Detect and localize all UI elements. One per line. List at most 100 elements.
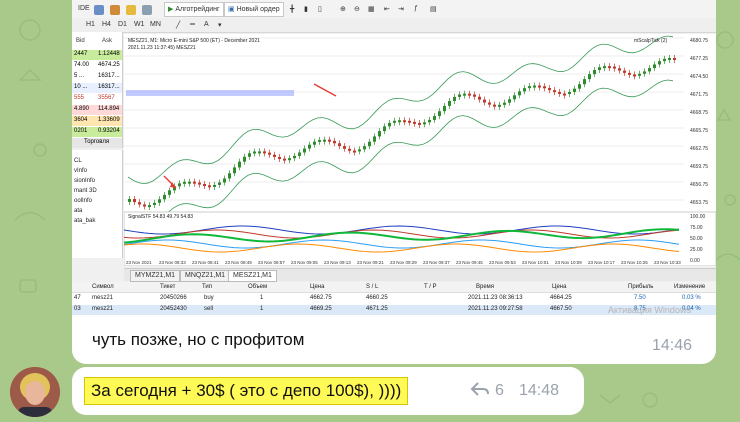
candle <box>358 149 361 152</box>
reply-icon[interactable] <box>470 380 490 398</box>
ide-label[interactable]: IDE <box>78 5 90 12</box>
template-icon[interactable]: ▤ <box>430 5 437 13</box>
market-icon[interactable] <box>110 5 120 15</box>
message-time: 14:48 <box>519 382 560 399</box>
watchlist-row[interactable]: 555 35567 <box>72 94 122 104</box>
new-order-button[interactable]: ▣ Новый ордер <box>224 2 284 17</box>
candle <box>563 93 566 96</box>
trade-tab[interactable]: Торговля <box>84 139 109 145</box>
price-axis-label: 4668.75 <box>690 110 708 116</box>
message-bubble-text[interactable]: За сегодня + 30$ ( это с депо 100$), )))… <box>72 367 584 415</box>
candle <box>543 86 546 89</box>
candle <box>238 161 241 168</box>
algo-trading-button[interactable]: ▶ Алготрейдинг <box>164 2 224 17</box>
navigator-item[interactable]: oolInfo <box>74 198 92 204</box>
watchlist-ask: 1.12448 <box>98 51 120 57</box>
draw-tool-icon[interactable]: ═ <box>190 21 195 28</box>
candle <box>523 88 526 92</box>
ide-icon[interactable] <box>94 5 104 15</box>
terminal-screenshot[interactable]: IDE ▶ Алготрейдинг ▣ Новый ордер ╋ ▮ ▯ ⊕… <box>72 0 716 320</box>
navigator-item[interactable]: ata <box>74 208 82 214</box>
timeframe-w1[interactable]: W1 <box>134 21 145 28</box>
cell-type: sell <box>204 306 214 312</box>
navigator-item[interactable]: CL <box>74 158 82 164</box>
draw-tool-icon[interactable]: ▾ <box>218 21 222 29</box>
market-watch: Bid Ask 2447 1.12448 74.00 4674.25 5 ... 1631… <box>72 32 123 148</box>
watchlist-bid: 2447 <box>74 51 88 57</box>
candle <box>463 93 466 96</box>
timeframe-h1[interactable]: H1 <box>86 21 95 28</box>
navigator-item[interactable]: sionInfo <box>74 178 95 184</box>
watchlist-row[interactable]: 5 ... 16317... <box>72 72 122 82</box>
indicator-axis-label: 50.00 <box>690 236 703 242</box>
cell-cur: 4667.50 <box>550 306 572 312</box>
watchlist-row[interactable]: 4.890 114.894 <box>72 105 122 115</box>
chart-tab-mymz21[interactable]: MYMZ21,M1 <box>130 270 181 282</box>
chart-tabs: MYMZ21,M1 MNQZ21,M1 MESZ21,M1 <box>124 268 716 282</box>
chart-tool-icon[interactable]: ╋ <box>290 5 294 13</box>
candle <box>633 74 636 77</box>
navigator-item[interactable]: ata_bak <box>74 218 95 224</box>
cell-price: 4669.25 <box>310 306 332 312</box>
watchlist-bid: 555 <box>74 95 85 101</box>
chart-window[interactable]: 4680.75 4677.25 4674.50 4671.75 4668.75 4665.… <box>123 34 716 267</box>
draw-tool-icon[interactable]: A <box>204 21 209 28</box>
highlighted-message-text: За сегодня + 30$ ( это с депо 100$), )))… <box>84 377 409 405</box>
chart-tool-icon[interactable]: ▮ <box>304 5 308 13</box>
navigator-item[interactable]: vInfo <box>74 168 87 174</box>
candle <box>273 154 276 157</box>
candle <box>168 190 171 195</box>
watchlist-bid: 0201 <box>74 128 88 134</box>
col-time: Время <box>476 284 495 290</box>
settings-icon[interactable] <box>142 5 152 15</box>
draw-tool-icon[interactable]: ╱ <box>176 21 180 29</box>
candle <box>283 158 286 161</box>
navigator-item[interactable]: mant 3D <box>74 188 97 194</box>
watchlist-row[interactable]: 74.00 4674.25 <box>72 61 122 71</box>
cell-symbol: mesz21 <box>92 295 114 301</box>
candle <box>333 140 336 144</box>
code-icon[interactable] <box>126 5 136 15</box>
candle <box>198 182 201 185</box>
candle <box>313 141 316 145</box>
candle <box>243 156 246 162</box>
candle <box>308 144 311 149</box>
grid-icon[interactable]: ▦ <box>368 5 375 13</box>
candle <box>533 85 536 88</box>
message-time: 14:46 <box>652 337 693 354</box>
cell-sl: 4671.25 <box>366 306 388 312</box>
chart-tool-icon[interactable]: ▯ <box>318 5 322 13</box>
message-bubble-screenshot[interactable]: IDE ▶ Алготрейдинг ▣ Новый ордер ╋ ▮ ▯ ⊕… <box>72 0 716 364</box>
watchlist-row[interactable]: 10 ... 16317... <box>72 83 122 93</box>
indicator-icon[interactable]: ƒ <box>414 5 418 12</box>
time-axis-label: 23 Nov 09:45 <box>456 260 483 265</box>
watchlist-row[interactable]: 3604 1.33609 <box>72 116 122 126</box>
candle <box>138 202 141 205</box>
time-axis-label: 23 Nov 09:05 <box>291 260 318 265</box>
chart-tab-mesz21[interactable]: MESZ21,M1 <box>228 270 277 282</box>
scroll-icon[interactable]: ⇤ <box>384 5 390 13</box>
watchlist-row[interactable]: 2447 1.12448 <box>72 50 122 60</box>
timeframe-h4[interactable]: H4 <box>102 21 111 28</box>
views-count: 6 <box>495 382 504 399</box>
watchlist-row[interactable]: 0201 0.93204 <box>72 127 122 137</box>
candle <box>288 158 291 161</box>
cell-time: 2021.11.23 09:27:58 <box>468 306 523 312</box>
candle <box>128 199 131 202</box>
price-chart[interactable]: 4680.75 4677.25 4674.50 4671.75 4668.75 4665.… <box>123 34 716 267</box>
candle <box>453 96 456 101</box>
chart-tab-mnqz21[interactable]: MNQZ21,M1 <box>180 270 231 282</box>
zoom-out-icon[interactable]: ⊖ <box>354 5 360 13</box>
market-watch-tabs: Торговля <box>72 138 122 148</box>
zoom-in-icon[interactable]: ⊕ <box>340 5 346 13</box>
timeframe-mn[interactable]: MN <box>150 21 161 28</box>
windows-activation-watermark: Активация Windows <box>608 305 691 315</box>
candle <box>423 122 426 125</box>
avatar[interactable] <box>10 367 60 417</box>
candle <box>648 68 651 72</box>
timeframe-d1[interactable]: D1 <box>118 21 127 28</box>
shift-icon[interactable]: ⇥ <box>398 5 404 13</box>
table-row[interactable]: 47 mesz21 20450266 buy 1 4662.75 4660.25 2021.1… <box>72 294 716 304</box>
bid-header: Bid <box>76 38 85 44</box>
watchlist-ask: 16317... <box>98 73 120 79</box>
